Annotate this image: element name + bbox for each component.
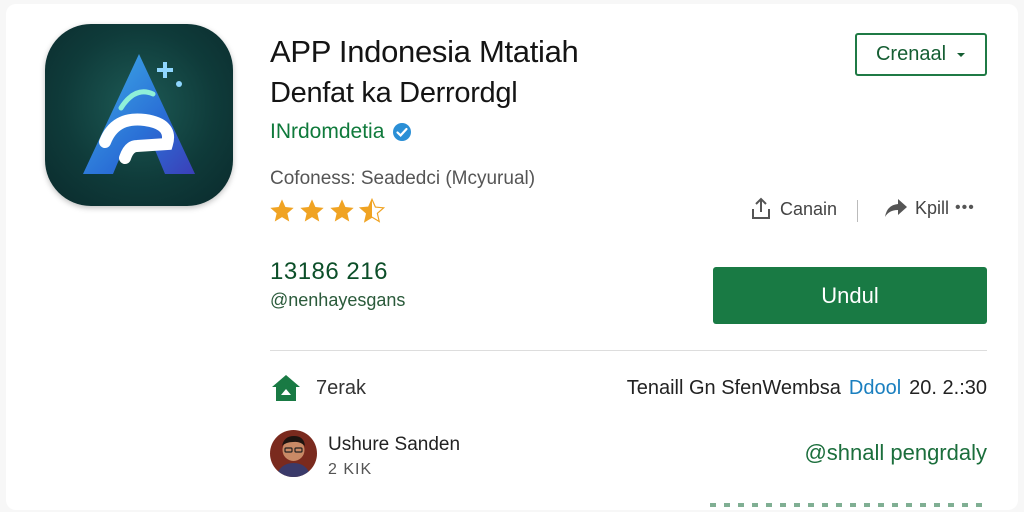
downloads-count: 13186 216 bbox=[270, 258, 388, 285]
release-info: Tenaill Gn SfenWembsa Ddool 20. 2.:30 bbox=[627, 377, 987, 400]
channel-select-label: Crenaal bbox=[875, 43, 947, 65]
share-button[interactable]: Canain bbox=[750, 197, 837, 221]
downloads-label: @nenhayesgans bbox=[270, 290, 406, 310]
star-half-icon bbox=[358, 197, 386, 223]
app-category: Cofoness: Seadedci (Mcyurual) bbox=[270, 168, 536, 189]
forward-label: Kpill bbox=[915, 197, 950, 218]
reviewer-name: Ushure Sanden bbox=[328, 434, 461, 455]
install-button[interactable]: Undul bbox=[713, 267, 987, 324]
release-text: Tenaill Gn SfenWembsa bbox=[626, 377, 841, 399]
forward-button[interactable]: Kpill ••• bbox=[883, 197, 975, 219]
app-logo-icon[interactable] bbox=[45, 24, 233, 206]
review-header: 7erak bbox=[270, 373, 366, 403]
chevron-down-icon bbox=[957, 52, 966, 57]
app-title: APP Indonesia Mtatiah bbox=[270, 34, 579, 69]
developer-name[interactable]: INrdomdetia bbox=[270, 120, 384, 144]
star-icon bbox=[330, 199, 354, 222]
verified-icon bbox=[393, 123, 412, 141]
forward-icon bbox=[885, 199, 907, 217]
star-icon bbox=[270, 199, 294, 222]
release-link[interactable]: Ddool bbox=[849, 377, 901, 400]
action-divider bbox=[857, 200, 858, 222]
more-icon[interactable]: ••• bbox=[955, 199, 975, 217]
channel-select-button[interactable]: Crenaal bbox=[855, 33, 987, 76]
app-subtitle: Denfat ka Derrordgl bbox=[270, 77, 518, 109]
bottom-fade-text bbox=[710, 503, 987, 507]
developer-link[interactable]: INrdomdetia bbox=[270, 120, 412, 144]
reviewer-meta: 2 KIK bbox=[328, 461, 373, 478]
star-rating bbox=[268, 197, 386, 225]
review-label: 7erak bbox=[316, 376, 367, 399]
reviewer-handle-link[interactable]: @shnall pengrdaly bbox=[804, 440, 987, 466]
share-label: Canain bbox=[780, 198, 838, 219]
share-icon bbox=[752, 197, 770, 219]
section-divider bbox=[270, 350, 987, 351]
home-icon bbox=[272, 375, 300, 401]
release-date: 20. 2.:30 bbox=[909, 377, 987, 399]
star-icon bbox=[300, 199, 324, 222]
avatar[interactable] bbox=[270, 430, 317, 477]
